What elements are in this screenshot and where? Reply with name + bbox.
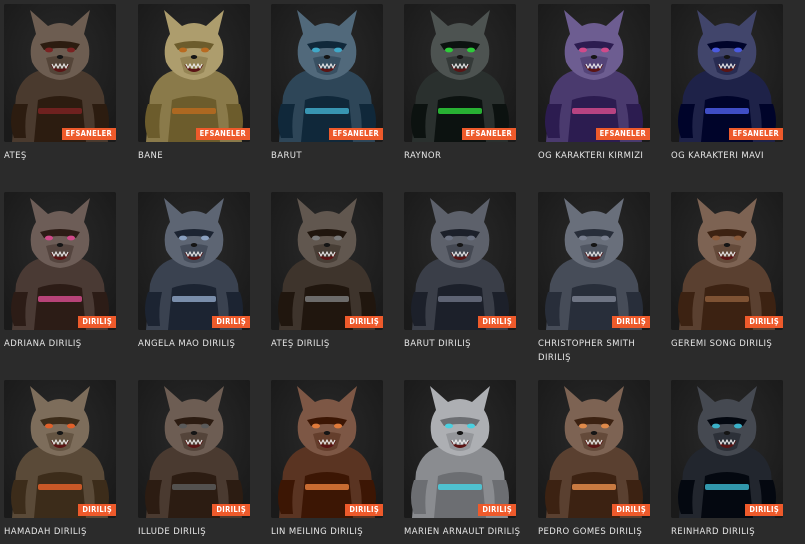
- character-name[interactable]: GEREMI SONG DIRILIŞ: [671, 337, 789, 351]
- werewolf-illude-portrait[interactable]: DIRILIŞ: [138, 380, 250, 518]
- category-badge: EFSANELER: [328, 128, 383, 140]
- character-name[interactable]: ILLUDE DIRILIŞ: [138, 525, 256, 539]
- category-badge: DIRILIŞ: [212, 316, 250, 328]
- character-name[interactable]: ATEŞ DIRILIŞ: [271, 337, 389, 351]
- character-card[interactable]: DIRILIŞ CHRISTOPHER SMITH DIRILIŞ: [538, 192, 654, 365]
- character-name[interactable]: ADRIANA DIRILIŞ: [4, 337, 122, 351]
- werewolf-lin-portrait[interactable]: DIRILIŞ: [271, 380, 383, 518]
- character-card[interactable]: DIRILIŞ REINHARD DIRILIŞ: [671, 380, 787, 539]
- character-name[interactable]: PEDRO GOMES DIRILIŞ: [538, 525, 656, 539]
- character-card[interactable]: DIRILIŞ PEDRO GOMES DIRILIŞ: [538, 380, 654, 539]
- category-badge: DIRILIŞ: [612, 316, 650, 328]
- category-badge: DIRILIŞ: [78, 316, 116, 328]
- character-name[interactable]: HAMADAH DIRILIŞ: [4, 525, 122, 539]
- werewolf-angela-portrait[interactable]: DIRILIŞ: [138, 192, 250, 330]
- character-card[interactable]: DIRILIŞ HAMADAH DIRILIŞ: [4, 380, 120, 539]
- category-badge: EFSANELER: [461, 128, 516, 140]
- category-badge: EFSANELER: [61, 128, 116, 140]
- character-name[interactable]: REINHARD DIRILIŞ: [671, 525, 789, 539]
- werewolf-raynor-portrait[interactable]: EFSANELER: [404, 4, 516, 142]
- character-card[interactable]: DIRILIŞ ILLUDE DIRILIŞ: [138, 380, 254, 539]
- category-badge: EFSANELER: [595, 128, 650, 140]
- character-name[interactable]: BARUT DIRILIŞ: [404, 337, 522, 351]
- character-name[interactable]: OG KARAKTERI MAVI: [671, 149, 789, 163]
- character-card[interactable]: EFSANELER RAYNOR: [404, 4, 520, 163]
- category-badge: DIRILIŞ: [345, 316, 383, 328]
- character-name[interactable]: MARIEN ARNAULT DIRILIŞ: [404, 525, 522, 539]
- werewolf-adriana-portrait[interactable]: DIRILIŞ: [4, 192, 116, 330]
- werewolf-barut-dirilis-portrait[interactable]: DIRILIŞ: [404, 192, 516, 330]
- character-name[interactable]: BARUT: [271, 149, 389, 163]
- character-card[interactable]: EFSANELER OG KARAKTERI KIRMIZI: [538, 4, 654, 163]
- character-card[interactable]: DIRILIŞ LIN MEILING DIRILIŞ: [271, 380, 387, 539]
- character-card[interactable]: DIRILIŞ MARIEN ARNAULT DIRILIŞ: [404, 380, 520, 539]
- category-badge: EFSANELER: [728, 128, 783, 140]
- character-card[interactable]: EFSANELER OG KARAKTERI MAVI: [671, 4, 787, 163]
- character-grid: EFSANELER ATEŞ EFSANELER BANE EFSANELER BARUT…: [0, 0, 805, 544]
- category-badge: DIRILIŞ: [745, 504, 783, 516]
- werewolf-geremi-portrait[interactable]: DIRILIŞ: [671, 192, 783, 330]
- category-badge: DIRILIŞ: [478, 316, 516, 328]
- category-badge: DIRILIŞ: [78, 504, 116, 516]
- category-badge: DIRILIŞ: [345, 504, 383, 516]
- character-name[interactable]: ANGELA MAO DIRILIŞ: [138, 337, 256, 351]
- werewolf-hamadah-portrait[interactable]: DIRILIŞ: [4, 380, 116, 518]
- werewolf-bane-portrait[interactable]: EFSANELER: [138, 4, 250, 142]
- og-blue-soldier-portrait[interactable]: EFSANELER: [671, 4, 783, 142]
- character-card[interactable]: DIRILIŞ BARUT DIRILIŞ: [404, 192, 520, 351]
- category-badge: DIRILIŞ: [212, 504, 250, 516]
- werewolf-marien-portrait[interactable]: DIRILIŞ: [404, 380, 516, 518]
- category-badge: EFSANELER: [195, 128, 250, 140]
- werewolf-ates-dirilis-portrait[interactable]: DIRILIŞ: [271, 192, 383, 330]
- werewolf-barut-portrait[interactable]: EFSANELER: [271, 4, 383, 142]
- character-card[interactable]: EFSANELER ATEŞ: [4, 4, 120, 163]
- werewolf-pedro-portrait[interactable]: DIRILIŞ: [538, 380, 650, 518]
- character-card[interactable]: DIRILIŞ GEREMI SONG DIRILIŞ: [671, 192, 787, 351]
- category-badge: DIRILIŞ: [612, 504, 650, 516]
- character-card[interactable]: DIRILIŞ ADRIANA DIRILIŞ: [4, 192, 120, 351]
- werewolf-reinhard-portrait[interactable]: DIRILIŞ: [671, 380, 783, 518]
- character-card[interactable]: EFSANELER BARUT: [271, 4, 387, 163]
- character-name[interactable]: RAYNOR: [404, 149, 522, 163]
- character-name[interactable]: CHRISTOPHER SMITH DIRILIŞ: [538, 337, 656, 365]
- character-name[interactable]: OG KARAKTERI KIRMIZI: [538, 149, 656, 163]
- character-card[interactable]: EFSANELER BANE: [138, 4, 254, 163]
- werewolf-christopher-portrait[interactable]: DIRILIŞ: [538, 192, 650, 330]
- category-badge: DIRILIŞ: [745, 316, 783, 328]
- werewolf-og-red-portrait[interactable]: EFSANELER: [538, 4, 650, 142]
- character-name[interactable]: BANE: [138, 149, 256, 163]
- character-card[interactable]: DIRILIŞ ATEŞ DIRILIŞ: [271, 192, 387, 351]
- character-name[interactable]: ATEŞ: [4, 149, 122, 163]
- character-name[interactable]: LIN MEILING DIRILIŞ: [271, 525, 389, 539]
- category-badge: DIRILIŞ: [478, 504, 516, 516]
- character-card[interactable]: DIRILIŞ ANGELA MAO DIRILIŞ: [138, 192, 254, 351]
- werewolf-ates-portrait[interactable]: EFSANELER: [4, 4, 116, 142]
